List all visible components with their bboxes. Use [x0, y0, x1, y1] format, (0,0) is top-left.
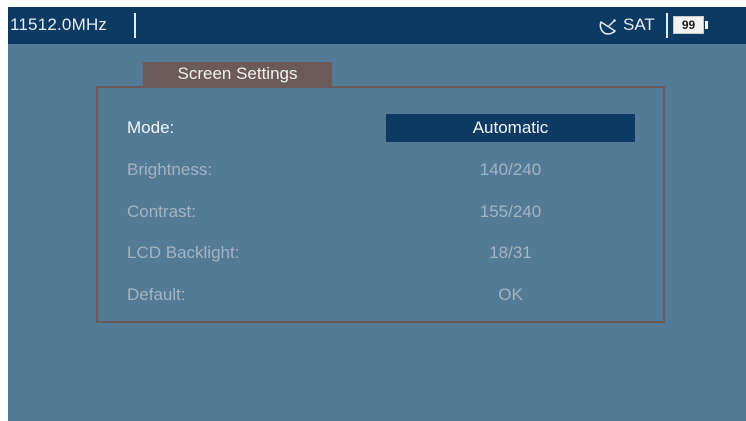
- satellite-dish-icon: [599, 19, 616, 35]
- setting-row-lcd-backlight[interactable]: LCD Backlight: 18/31: [98, 239, 663, 267]
- setting-row-contrast[interactable]: Contrast: 155/240: [98, 198, 663, 226]
- panel-title: Screen Settings: [143, 62, 332, 86]
- setting-label: LCD Backlight:: [127, 243, 240, 262]
- setting-value[interactable]: OK: [386, 281, 635, 309]
- setting-label: Default:: [127, 285, 186, 304]
- setting-value[interactable]: Automatic: [386, 114, 635, 142]
- setting-label: Contrast:: [127, 202, 196, 221]
- screen-settings-panel: Mode: Automatic Brightness: 140/240 Cont…: [96, 86, 665, 323]
- setting-value[interactable]: 140/240: [386, 156, 635, 184]
- status-divider: [134, 13, 136, 38]
- device-screen: 11512.0MHz SAT 99 Screen Settings Mode: …: [8, 7, 746, 421]
- battery-tip: [705, 21, 708, 29]
- setting-value[interactable]: 18/31: [386, 239, 635, 267]
- frequency-readout: 11512.0MHz: [10, 15, 108, 34]
- battery-level: 99: [681, 18, 696, 32]
- status-bar: 11512.0MHz SAT 99: [8, 7, 746, 44]
- setting-row-brightness[interactable]: Brightness: 140/240: [98, 156, 663, 184]
- setting-label: Brightness:: [127, 160, 213, 179]
- sat-mode-label: SAT: [623, 15, 655, 34]
- setting-row-mode[interactable]: Mode: Automatic: [98, 114, 663, 142]
- status-divider: [666, 13, 668, 38]
- battery-icon: 99: [673, 16, 704, 34]
- setting-label: Mode:: [127, 118, 175, 137]
- setting-value[interactable]: 155/240: [386, 198, 635, 226]
- setting-row-default[interactable]: Default: OK: [98, 281, 663, 309]
